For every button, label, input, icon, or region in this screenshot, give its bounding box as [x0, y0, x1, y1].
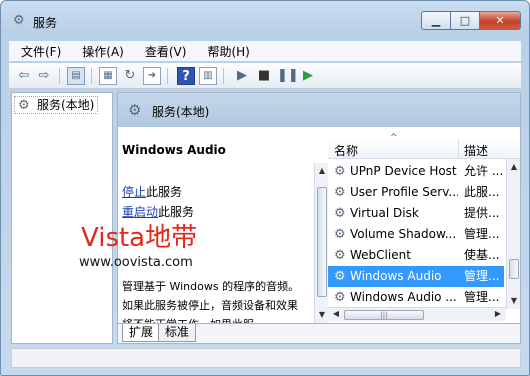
console-icon[interactable]: ▥ [199, 67, 217, 85]
column-header-description[interactable]: 描述 [464, 142, 488, 159]
toolbar-separator [59, 68, 60, 84]
service-description: 管理... [464, 269, 500, 283]
service-name-heading: Windows Audio [122, 143, 226, 157]
service-name: Volume Shadow... [350, 227, 457, 241]
service-gear-icon: ⚙ [334, 164, 346, 179]
service-description: 允许 ... [464, 164, 504, 178]
toolbar-separator [91, 68, 92, 84]
toolbar-separator [167, 68, 168, 84]
maximize-button[interactable]: □ [450, 11, 479, 30]
service-name: Virtual Disk [350, 206, 419, 220]
scroll-left-icon[interactable]: ◀ [330, 308, 342, 320]
list-item[interactable]: ⚙ Windows Audio ... 管理... [328, 287, 504, 308]
window-title: 服务 [33, 16, 58, 30]
services-gear-icon: ⚙ [13, 13, 25, 28]
minimize-button[interactable]: ▁ [421, 11, 450, 30]
list-item[interactable]: ⚙ User Profile Serv... 此服... [328, 182, 504, 203]
service-description: 提供... [464, 206, 500, 220]
list-item-selected[interactable]: ⚙ Windows Audio 管理... [328, 266, 504, 287]
toolbar-separator [223, 68, 224, 84]
services-gear-icon: ⚙ [128, 101, 142, 119]
stop-icon[interactable]: ■ [255, 67, 273, 85]
service-description: 使基... [464, 248, 500, 262]
list-horizontal-scrollbar[interactable]: ◀ ||| ▶ [328, 307, 506, 321]
start-icon[interactable]: ▶ [233, 67, 251, 85]
menu-bar: 文件(F) 操作(A) 查看(V) 帮助(H) [9, 41, 521, 61]
list-header: 名称 ^ 描述 [328, 133, 520, 159]
tab-standard[interactable]: 标准 [158, 324, 197, 342]
details-header: ⚙ 服务(本地) [118, 93, 520, 127]
forward-icon[interactable]: ⇨ [35, 67, 53, 85]
watermark-url: www.oovista.com [79, 255, 193, 270]
toolbar: ⇦ ⇨ ▤ ▦ ↻ ➜ ? ▥ ▶ ■ ❚❚ ▶ [9, 63, 521, 89]
service-description-text: 管理基于 Windows 的程序的音频。如果此服务被停止，音频设备和效果将不能正… [122, 280, 300, 323]
refresh-icon[interactable]: ↻ [121, 67, 139, 85]
list-vertical-scrollbar[interactable]: ▲ ▼ [506, 159, 520, 309]
close-button[interactable]: ✕ [479, 11, 521, 30]
scroll-down-icon[interactable]: ▼ [508, 295, 520, 307]
service-gear-icon: ⚙ [334, 269, 346, 284]
stop-service-link[interactable]: 停止 [122, 185, 146, 199]
help-icon[interactable]: ? [177, 67, 195, 85]
service-description: 此服... [464, 185, 500, 199]
list-item[interactable]: ⚙ WebClient 使基... [328, 245, 504, 266]
details-header-title: 服务(本地) [152, 105, 210, 119]
view-tabs: 扩展 标准 [118, 323, 520, 343]
menu-action[interactable]: 操作(A) [68, 41, 131, 61]
back-icon[interactable]: ⇦ [15, 67, 33, 85]
stop-service-suffix: 此服务 [146, 185, 183, 199]
menu-help[interactable]: 帮助(H) [193, 41, 256, 61]
title-bar[interactable]: ⚙ 服务 ▁ □ ✕ [1, 1, 529, 37]
scroll-right-icon[interactable]: ▶ [492, 308, 504, 320]
scroll-up-icon[interactable]: ▲ [316, 165, 328, 177]
services-window: ⚙ 服务 ▁ □ ✕ 文件(F) 操作(A) 查看(V) 帮助(H) ⇦ ⇨ ▤… [0, 0, 530, 376]
list-item[interactable]: ⚙ UPnP Device Host 允许 ... [328, 161, 504, 182]
stop-action: 停止此服务 [122, 183, 182, 200]
show-tree-icon[interactable]: ▤ [67, 67, 85, 85]
column-header-name[interactable]: 名称 [334, 142, 358, 159]
tree-item-label: 服务(本地) [37, 98, 95, 112]
restart-icon[interactable]: ▶ [299, 67, 317, 85]
menu-file[interactable]: 文件(F) [9, 41, 68, 61]
sort-ascending-icon: ^ [390, 133, 398, 143]
scrollbar-thumb[interactable] [509, 259, 519, 279]
service-name: WebClient [350, 248, 411, 262]
list-item[interactable]: ⚙ Volume Shadow... 管理... [328, 224, 504, 245]
menu-view[interactable]: 查看(V) [131, 41, 194, 61]
service-name: UPnP Device Host [350, 164, 457, 178]
watermark-title: Vista地带 [81, 223, 198, 253]
caption-buttons: ▁ □ ✕ [421, 11, 521, 31]
service-name: User Profile Serv... [350, 185, 458, 199]
scrollbar-thumb[interactable]: ||| [344, 310, 424, 320]
service-name: Windows Audio ... [350, 290, 457, 304]
service-description: 管理... [464, 227, 500, 241]
properties-icon[interactable]: ▦ [99, 67, 117, 85]
services-gear-icon: ⚙ [18, 98, 30, 113]
status-bar [11, 348, 521, 368]
pause-icon[interactable]: ❚❚ [277, 67, 299, 85]
service-description: 管理... [464, 290, 500, 304]
column-divider[interactable] [458, 139, 459, 159]
services-list: 名称 ^ 描述 ⚙ UPnP Device Host 允许 ... ⚙ User… [328, 129, 520, 325]
export-icon[interactable]: ➜ [143, 67, 161, 85]
list-item[interactable]: ⚙ Virtual Disk 提供... [328, 203, 504, 224]
tree-item-services-local[interactable]: ⚙ 服务(本地) [14, 96, 99, 114]
service-name: Windows Audio [350, 269, 442, 283]
tab-extended[interactable]: 扩展 [122, 324, 161, 342]
scroll-down-icon[interactable]: ▼ [316, 309, 328, 321]
scroll-up-icon[interactable]: ▲ [508, 161, 520, 173]
service-gear-icon: ⚙ [334, 290, 346, 305]
service-gear-icon: ⚙ [334, 185, 346, 200]
